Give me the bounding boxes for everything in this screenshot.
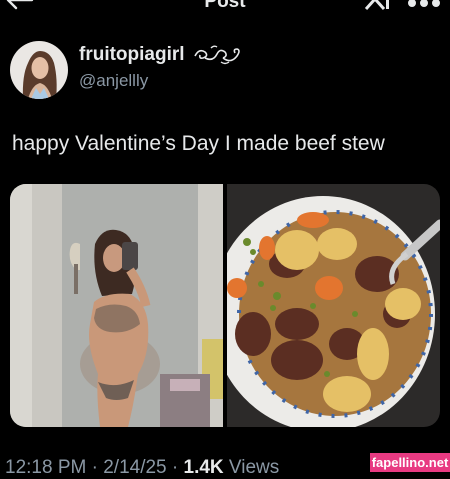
media-photo-selfie[interactable] [10,184,224,427]
swirl-ornament-icon [193,45,240,65]
avatar[interactable] [10,41,68,99]
post-date: 2/14/25 [103,457,167,478]
x-logo-icon [364,0,389,11]
top-right-icons[interactable] [362,0,442,11]
views-label: Views [223,457,280,478]
meta-separator: · [166,457,184,478]
more-icon [408,0,440,7]
author-handle[interactable]: @anjellly [79,71,148,91]
meta-separator: · [86,457,104,478]
post-text: happy Valentine’s Day I made beef stew [12,132,385,155]
author-name-row[interactable]: fruitopiagirl [79,43,243,67]
views-count[interactable]: 1.4K [184,457,224,478]
top-bar: Post [0,0,450,22]
watermark-badge: fapellino.net [370,453,450,472]
post-meta: 12:18 PM · 2/14/25 · 1.4K Views [5,457,279,479]
author-display-name[interactable]: fruitopiagirl [79,44,185,66]
post-time: 12:18 PM [5,457,87,478]
media-photo-stew[interactable] [226,184,440,427]
media-grid[interactable] [10,184,440,427]
